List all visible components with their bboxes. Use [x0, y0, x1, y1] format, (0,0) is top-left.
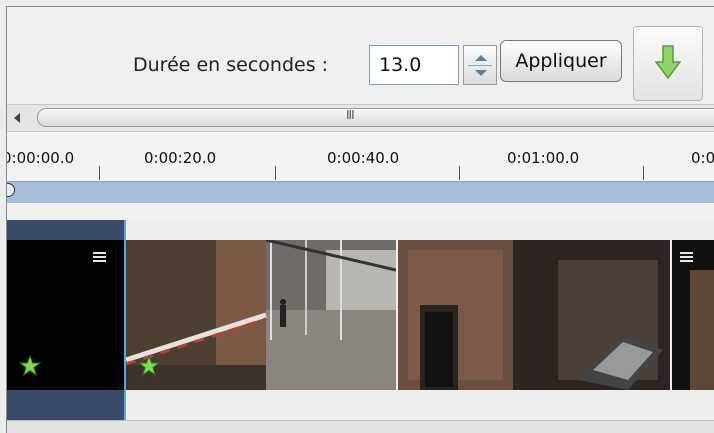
- tick-mark: [275, 166, 276, 180]
- tick-label: 0:0: [691, 149, 714, 167]
- green-down-arrow-icon: [655, 45, 681, 79]
- tick-mark: [643, 166, 644, 180]
- horizontal-scrollbar[interactable]: III: [7, 104, 714, 132]
- time-ruler[interactable]: 0:00:00.0 0:00:20.0 0:00:40.0 0:01:00.0 …: [7, 133, 714, 181]
- tick-label: 0:00:40.0: [327, 149, 400, 167]
- bottom-scrollbar[interactable]: [7, 420, 714, 433]
- editor-window: Durée en secondes : 13.0 Appliquer III 0…: [6, 6, 714, 433]
- clip-menu-icon[interactable]: [93, 252, 106, 263]
- clip-footer: [7, 390, 124, 420]
- video-track[interactable]: [7, 220, 714, 420]
- playhead-bar[interactable]: [7, 181, 714, 204]
- duration-toolbar: Durée en secondes : 13.0 Appliquer: [7, 7, 714, 104]
- clip-header: [7, 220, 124, 240]
- clip-thumbnail[interactable]: [398, 240, 670, 390]
- spinner-down-icon[interactable]: [475, 70, 487, 76]
- clip-black[interactable]: [7, 240, 124, 390]
- tick-label: 0:00:00.0: [6, 149, 75, 167]
- spinner-up-icon[interactable]: [475, 55, 487, 61]
- apply-button[interactable]: Appliquer: [500, 40, 622, 82]
- construction-photo: [126, 240, 396, 390]
- tick-label: 0:01:00.0: [507, 149, 580, 167]
- scrollbar-grip: III: [346, 108, 355, 122]
- tick-mark: [99, 166, 100, 180]
- doorway-photo: [398, 240, 670, 390]
- clip-menu-icon[interactable]: [680, 252, 693, 263]
- tick-mark: [459, 166, 460, 180]
- duration-input[interactable]: 13.0: [369, 45, 459, 85]
- clip-thumbnail[interactable]: [672, 240, 714, 390]
- scrollbar-thumb[interactable]: [37, 108, 714, 127]
- scroll-left-arrow-icon[interactable]: [7, 105, 35, 131]
- partial-photo: [672, 240, 714, 390]
- duration-label: Durée en secondes :: [133, 54, 329, 76]
- move-down-button[interactable]: [633, 26, 703, 101]
- star-icon: [19, 355, 41, 377]
- clip-thumbnail[interactable]: [126, 240, 396, 390]
- star-icon: [138, 355, 160, 377]
- tick-label: 0:00:20.0: [144, 149, 217, 167]
- duration-spinner[interactable]: [463, 45, 497, 85]
